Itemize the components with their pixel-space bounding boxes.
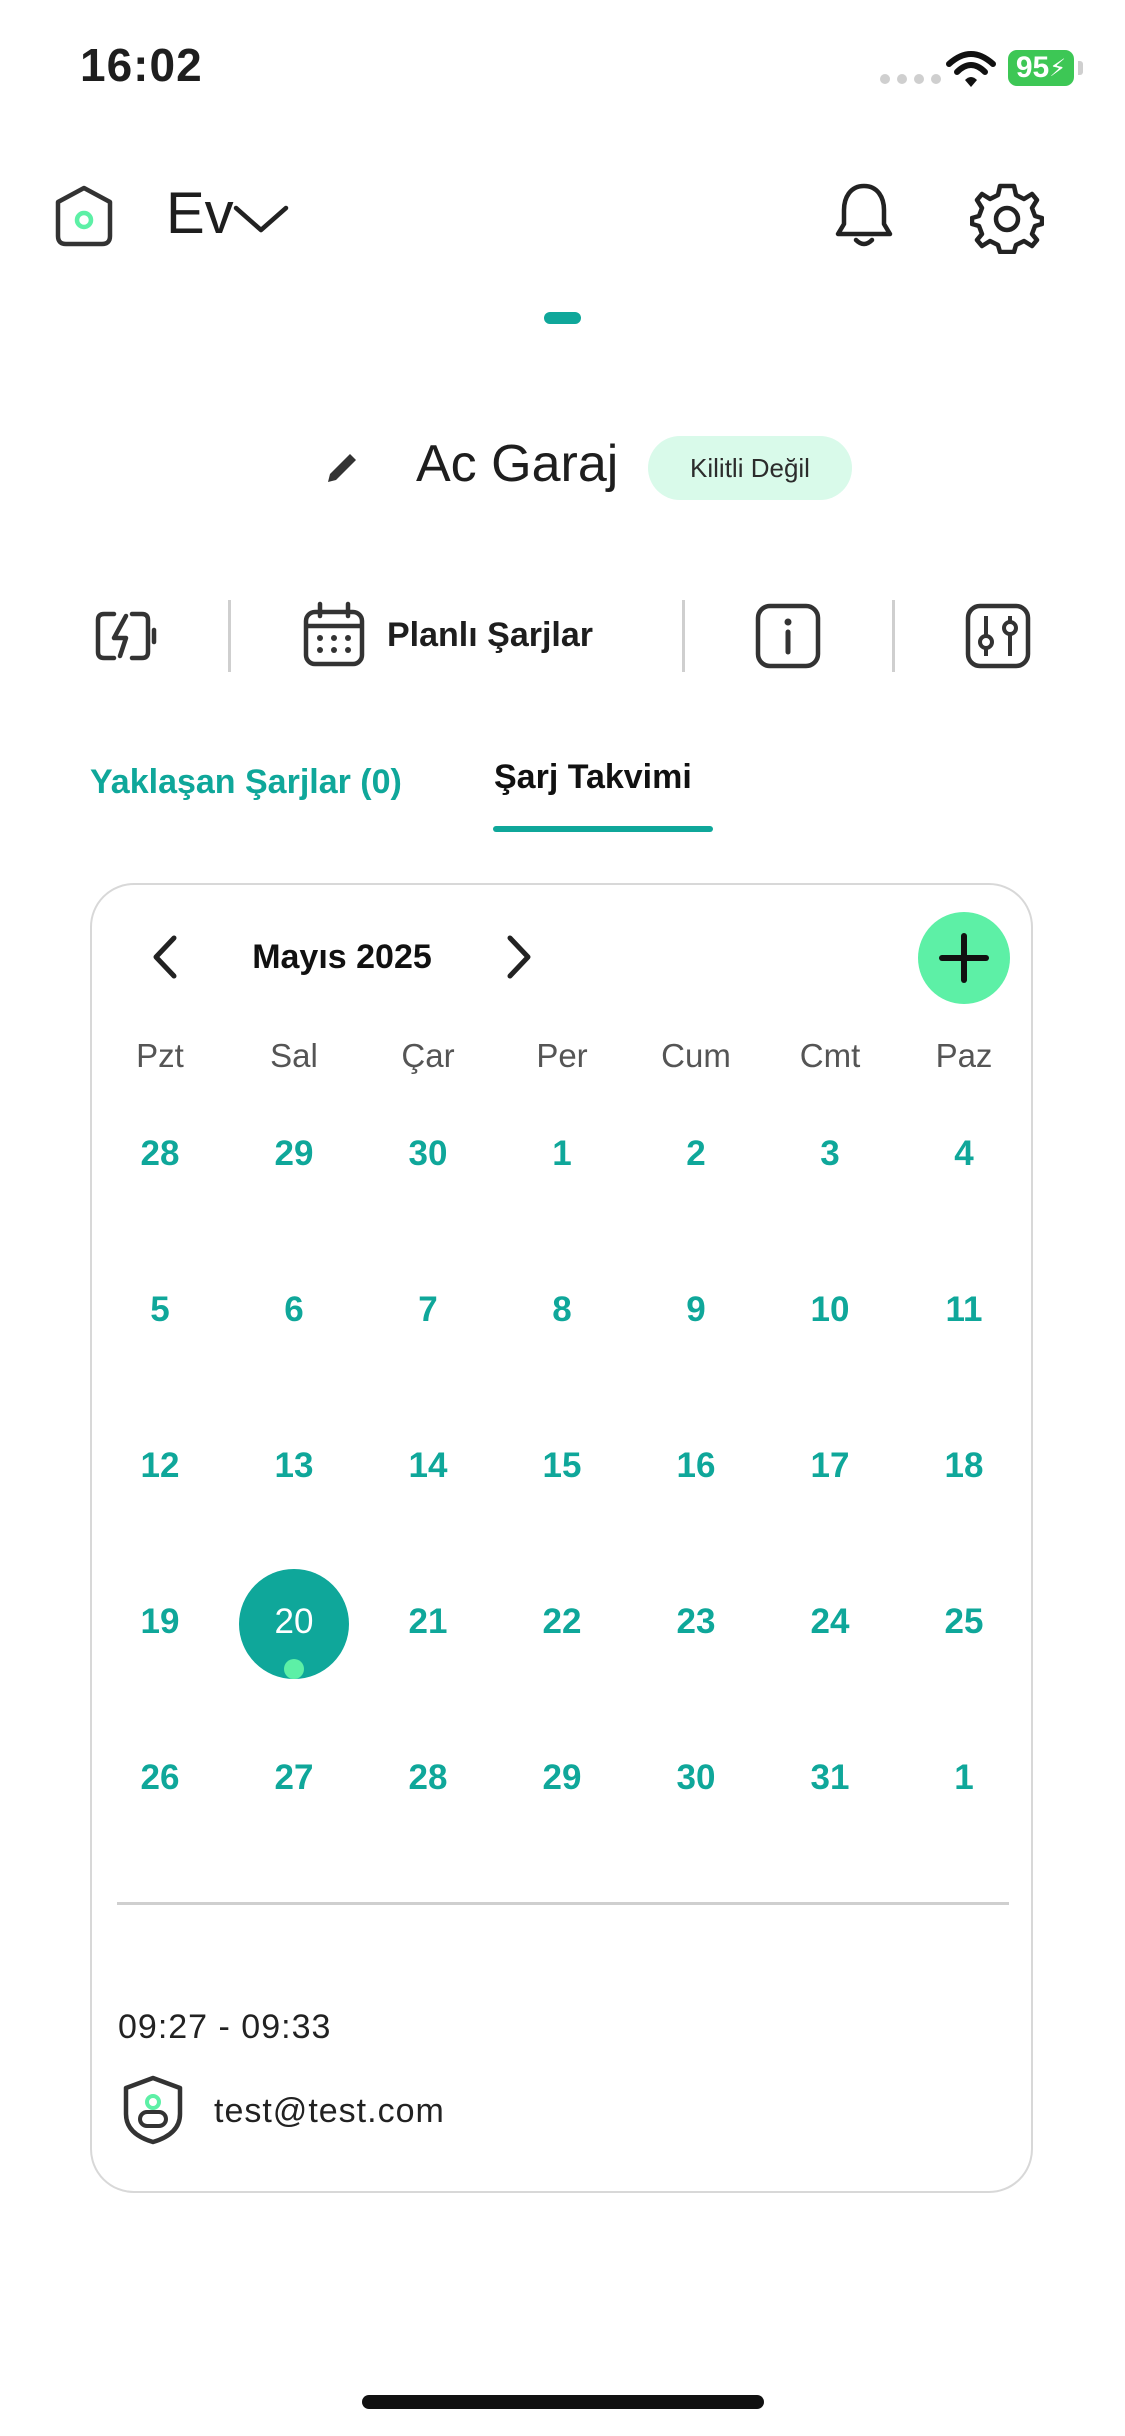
active-tab-indicator — [493, 826, 713, 832]
status-time: 16:02 — [80, 39, 203, 91]
calendar-day[interactable]: 9 — [636, 1290, 756, 1330]
calendar-day[interactable]: 25 — [904, 1602, 1024, 1642]
weekday-label: Pzt — [136, 1037, 184, 1074]
calendar-day[interactable]: 6 — [234, 1290, 354, 1330]
toolbar-separator — [228, 600, 231, 672]
calendar-day[interactable]: 2 — [636, 1134, 756, 1174]
calendar-day[interactable]: 12 — [100, 1446, 220, 1486]
cellular-signal-icon — [880, 74, 941, 84]
home-selector-label[interactable]: Ev — [166, 180, 234, 247]
lock-status-badge: Kilitli Değil — [648, 436, 852, 500]
calendar-day[interactable]: 1 — [904, 1758, 1024, 1798]
tab-upcoming-charges[interactable]: Yaklaşan Şarjlar (0) — [90, 763, 402, 802]
calendar-day[interactable]: 17 — [770, 1446, 890, 1486]
calendar-divider — [117, 1902, 1009, 1905]
month-label: Mayıs 2025 — [252, 938, 432, 976]
calendar-day[interactable]: 1 — [502, 1134, 622, 1174]
calendar-day[interactable]: 27 — [234, 1758, 354, 1798]
calendar-day[interactable]: 28 — [100, 1134, 220, 1174]
battery-cap — [1078, 61, 1083, 75]
home-icon[interactable] — [48, 180, 120, 252]
calendar-day[interactable]: 13 — [234, 1446, 354, 1486]
calendar-day[interactable]: 4 — [904, 1134, 1024, 1174]
chevron-right-icon[interactable] — [502, 934, 536, 980]
toolbar-separator — [892, 600, 895, 672]
event-user-email: test@test.com — [214, 2092, 445, 2130]
charging-icon[interactable] — [92, 606, 162, 666]
calendar-day[interactable]: 16 — [636, 1446, 756, 1486]
calendar-day[interactable]: 18 — [904, 1446, 1024, 1486]
weekday-label: Cmt — [799, 1037, 861, 1074]
calendar-day[interactable]: 5 — [100, 1290, 220, 1330]
calendar-day[interactable]: 3 — [770, 1134, 890, 1174]
toolbar-separator — [682, 600, 685, 672]
info-icon[interactable] — [754, 602, 822, 670]
calendar-day[interactable]: 14 — [368, 1446, 488, 1486]
calendar-day[interactable]: 11 — [904, 1290, 1024, 1330]
station-name: Ac Garaj — [416, 435, 619, 493]
user-shield-icon — [123, 2075, 183, 2145]
calendar-day[interactable]: 24 — [770, 1602, 890, 1642]
add-charge-button[interactable] — [918, 912, 1010, 1004]
calendar-day[interactable]: 8 — [502, 1290, 622, 1330]
chevron-left-icon[interactable] — [148, 934, 182, 980]
battery-level: 95 — [1015, 51, 1050, 84]
calendar-day[interactable]: 30 — [636, 1758, 756, 1798]
calendar-day-selected[interactable]: 20 — [234, 1602, 354, 1642]
tab-charge-calendar[interactable]: Şarj Takvimi — [494, 758, 692, 797]
calendar-day[interactable]: 15 — [502, 1446, 622, 1486]
planned-charges-label[interactable]: Planlı Şarjlar — [387, 616, 593, 655]
chevron-down-icon[interactable] — [232, 202, 290, 236]
calendar-icon[interactable] — [300, 600, 368, 670]
calendar-day[interactable]: 28 — [368, 1758, 488, 1798]
plus-icon — [939, 933, 989, 983]
calendar-day[interactable]: 7 — [368, 1290, 488, 1330]
calendar-day[interactable]: 30 — [368, 1134, 488, 1174]
weekday-label: Per — [536, 1037, 588, 1074]
weekday-label: Sal — [270, 1037, 318, 1074]
calendar-day[interactable]: 19 — [100, 1602, 220, 1642]
battery-indicator: 95 ⚡ — [1008, 50, 1074, 86]
weekday-label: Çar — [401, 1037, 455, 1074]
event-dot — [284, 1659, 304, 1679]
bell-icon[interactable] — [832, 180, 896, 252]
calendar-day[interactable]: 29 — [234, 1134, 354, 1174]
gear-icon[interactable] — [970, 180, 1044, 254]
calendar-day[interactable]: 22 — [502, 1602, 622, 1642]
edit-pencil-icon[interactable] — [322, 448, 362, 488]
calendar-day[interactable]: 29 — [502, 1758, 622, 1798]
calendar-day[interactable]: 31 — [770, 1758, 890, 1798]
calendar-day[interactable]: 26 — [100, 1758, 220, 1798]
calendar-day[interactable]: 10 — [770, 1290, 890, 1330]
wifi-icon — [946, 51, 996, 87]
settings-sliders-icon[interactable] — [964, 602, 1032, 670]
battery-charging-icon: ⚡ — [1049, 54, 1067, 82]
weekday-label: Paz — [935, 1037, 993, 1074]
calendar-card — [90, 883, 1033, 2193]
weekday-label: Cum — [661, 1037, 731, 1074]
home-indicator[interactable] — [362, 2395, 764, 2409]
event-time-range: 09:27 - 09:33 — [118, 2008, 332, 2046]
calendar-day[interactable]: 23 — [636, 1602, 756, 1642]
sheet-handle[interactable] — [544, 312, 581, 324]
calendar-day[interactable]: 21 — [368, 1602, 488, 1642]
